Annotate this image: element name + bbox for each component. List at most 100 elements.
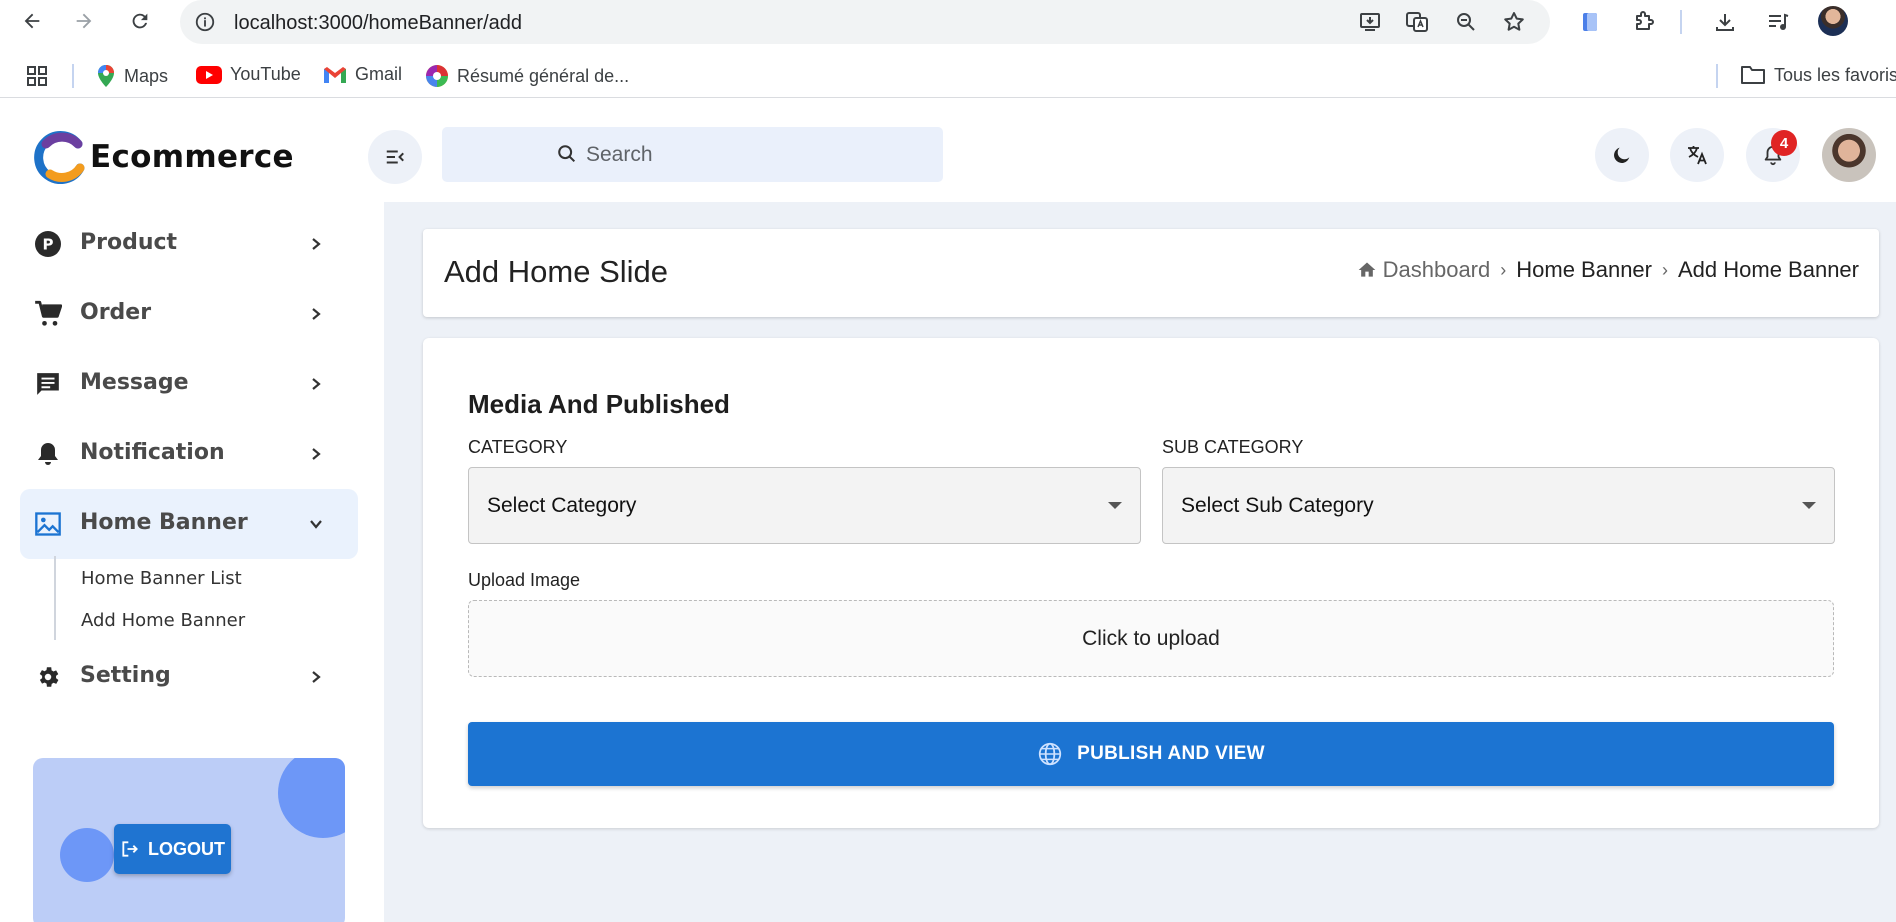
toolbar-separator [1680,10,1682,34]
logout-button[interactable]: LOGOUT [114,824,231,874]
subcategory-select[interactable]: Select Sub Category [1162,467,1835,544]
dark-mode-toggle[interactable] [1595,128,1649,182]
arrow-right-icon [76,13,92,29]
url-text: localhost:3000/homeBanner/add [234,12,522,34]
notification-count-badge: 4 [1771,130,1797,156]
gear-icon [34,663,62,691]
breadcrumb-home-banner[interactable]: Home Banner [1516,257,1652,283]
bookmark-label: Maps [124,65,169,86]
youtube-icon [196,65,222,84]
sidebar-item-order[interactable]: Order [20,279,358,349]
section-title: Media And Published [468,389,730,419]
subcategory-label: SUB CATEGORY [1162,437,1304,457]
sidebar-item-message[interactable]: Message [20,349,358,419]
bookmark-label: YouTube [230,64,301,84]
submenu-guide-line [54,556,56,640]
image-upload-dropzone[interactable]: Click to upload [468,600,1834,677]
upload-image-label: Upload Image [468,570,581,590]
sidebar-item-product[interactable]: P Product [20,209,358,279]
sidebar-item-label: Notification [80,440,225,465]
arrow-left-icon [24,13,40,29]
breadcrumb-dashboard[interactable]: Dashboard [1357,257,1491,283]
sidebar-toggle-button[interactable] [368,130,422,184]
sidebar-item-notification[interactable]: Notification [20,419,358,489]
chevron-right-icon [304,232,328,256]
message-icon [34,370,62,398]
color-wheel-icon [426,65,448,87]
translate-icon[interactable] [1403,8,1431,36]
bookmarks-bar: Maps YouTube Gmail Résumé général de... … [0,52,1896,98]
image-icon [34,510,62,538]
category-select[interactable]: Select Category [468,467,1141,544]
page-title: Add Home Slide [444,254,669,289]
browser-toolbar: localhost:3000/homeBanner/add [0,0,1896,44]
bookmarks-separator [72,64,74,88]
chevron-right-icon [304,665,328,689]
downloads-icon[interactable] [1711,8,1739,36]
extensions-icon[interactable] [1630,8,1658,36]
bell-icon [34,440,62,468]
apps-grid-icon[interactable] [25,64,49,88]
bookmark-star-icon[interactable] [1500,8,1528,36]
breadcrumb-label: Dashboard [1382,257,1491,282]
sidebar-subitem-add-home-banner[interactable]: Add Home Banner [81,610,245,631]
breadcrumb-add-home-banner: Add Home Banner [1678,257,1859,282]
subcategory-selected-value: Select Sub Category [1181,494,1374,517]
site-info-icon[interactable] [194,11,216,38]
sidebar-item-label: Message [80,370,189,395]
dropdown-caret-icon [1108,502,1122,509]
category-label: CATEGORY [468,437,568,457]
main-content: Add Home Slide Dashboard › Home Banner ›… [384,202,1896,922]
chevron-right-icon [304,302,328,326]
gmail-icon [324,66,346,83]
bookmark-resume[interactable]: Résumé général de... [425,64,629,88]
user-avatar[interactable] [1822,128,1876,182]
translate-icon [1688,146,1707,165]
breadcrumb: Dashboard › Home Banner › Add Home Banne… [1357,257,1859,283]
product-p-icon: P [34,230,62,258]
zoom-icon[interactable] [1452,8,1480,36]
bookmark-youtube[interactable]: YouTube [196,64,301,85]
breadcrumb-separator: › [1662,259,1668,280]
search-input[interactable] [586,139,906,171]
cart-icon [34,300,62,328]
media-controls-icon[interactable] [1764,8,1792,36]
bookmark-gmail[interactable]: Gmail [323,64,402,85]
chevron-down-icon [304,512,328,536]
search-bar[interactable] [442,127,943,182]
back-button[interactable] [16,5,48,37]
browser-profile-avatar[interactable] [1818,6,1848,36]
address-bar[interactable]: localhost:3000/homeBanner/add [180,0,1550,44]
globe-icon [1038,742,1062,766]
all-bookmarks-folder[interactable]: Tous les favoris [1740,64,1896,86]
category-selected-value: Select Category [487,494,637,517]
logout-label: LOGOUT [148,838,225,859]
sidebar-item-home-banner[interactable]: Home Banner [20,489,358,559]
bookmark-maps[interactable]: Maps [96,64,168,88]
all-bookmarks-label: Tous les favoris [1774,64,1896,85]
sidebar-item-label: Setting [80,663,171,688]
tab-search-icon[interactable] [1576,8,1604,36]
page-header-card: Add Home Slide Dashboard › Home Banner ›… [423,229,1879,317]
breadcrumb-separator: › [1500,259,1507,280]
install-app-icon[interactable] [1356,8,1384,36]
sidebar-subitem-home-banner-list[interactable]: Home Banner List [81,568,242,589]
dropdown-caret-icon [1802,502,1816,509]
logout-icon [122,841,138,857]
sidebar: P Product Order Message Notification Hom… [0,202,384,922]
forward-button[interactable] [68,5,100,37]
chevron-right-icon [304,372,328,396]
logo-mark-icon [34,130,88,185]
upload-prompt: Click to upload [1082,626,1220,650]
publish-and-view-button[interactable]: PUBLISH AND VIEW [468,722,1834,786]
sidebar-item-setting[interactable]: Setting [20,642,358,712]
logout-card: LOGOUT [33,758,345,922]
language-button[interactable] [1670,128,1724,182]
svg-text:P: P [43,236,54,254]
form-card: Media And Published CATEGORY Select Cate… [423,338,1879,828]
publish-label: PUBLISH AND VIEW [1077,743,1265,764]
reload-button[interactable] [124,5,156,37]
app-logo[interactable]: Ecommerce [34,130,294,185]
decorative-circle [278,758,345,838]
home-icon [1358,262,1375,277]
